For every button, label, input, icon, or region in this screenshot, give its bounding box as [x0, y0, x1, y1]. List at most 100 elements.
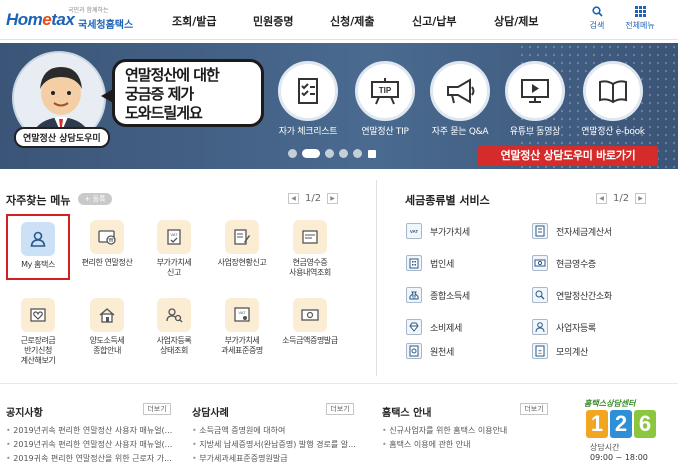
notice-more-button[interactable]: 더보기: [143, 403, 171, 415]
tax-vat[interactable]: VAT 부가가치세: [406, 223, 470, 239]
tax-services-title: 세금종류별 서비스: [405, 194, 490, 207]
consultant-name-tag: 연말정산 상담도우미: [14, 127, 110, 148]
settlement-tip-link[interactable]: TIP 연말정산 TIP: [352, 61, 418, 137]
guide-item[interactable]: 신규사업자를 위한 홈택스 이용안내: [382, 424, 552, 438]
tax-simulation[interactable]: ± 모의계산: [532, 343, 588, 359]
section-divider: [376, 180, 377, 376]
carousel-dot[interactable]: [339, 149, 348, 158]
grid-menu-icon: [618, 6, 662, 18]
consult-hours-time: 09:00 ~ 18:00: [590, 453, 648, 462]
svg-text:₩: ₩: [109, 238, 114, 244]
faq-link[interactable]: 자주 묻는 Q&A: [427, 61, 493, 137]
fav-business-status-report[interactable]: 사업장현황신고: [210, 220, 274, 268]
fav-year-end-settlement[interactable]: ₩ 편리한 연말정산: [75, 220, 139, 268]
user-register-icon: [532, 319, 548, 335]
consult-item[interactable]: 소득금액 증명원에 대하여: [192, 424, 358, 438]
search-button[interactable]: 검색: [575, 6, 619, 31]
notice-item[interactable]: 2019년귀속 편리한 연말정산 사용자 매뉴얼(...: [6, 424, 176, 438]
consult-list: 소득금액 증명원에 대하여 지방세 납세증명서(완납증명) 발행 경로를 알..…: [192, 424, 358, 466]
nav-civil-certificate[interactable]: 민원증명: [253, 13, 293, 29]
megaphone-icon: [430, 61, 490, 121]
tax-corporate[interactable]: 법인세: [406, 255, 454, 271]
call-center-name: 홈택스상담센터: [584, 399, 636, 408]
carousel-dot[interactable]: [288, 149, 297, 158]
money-certificate-icon: [293, 298, 327, 332]
consult-cases-title: 상담사례: [192, 408, 229, 419]
svg-text:±: ±: [537, 349, 542, 356]
nav-inquiry-issue[interactable]: 조회/발급: [172, 13, 217, 29]
call-center-box: 홈택스상담센터 1 2 6 상담시간 09:00 ~ 18:00: [584, 398, 668, 470]
fav-vat-tax-base-certificate[interactable]: VAT 부가가치세 과세표준증명: [210, 298, 274, 356]
prev-arrow-icon[interactable]: ◀: [288, 193, 299, 204]
top-header: 국민과 함께하는 Hometax 국세청홈택스 조회/발급 민원증명 신청/제출…: [0, 0, 678, 40]
tax-e-invoice[interactable]: 전자세금계산서: [532, 223, 612, 239]
coin-card-icon: ₩: [90, 220, 124, 254]
notice-item[interactable]: 2019년귀속 편리한 연말정산 사용자 매뉴얼(...: [6, 438, 176, 452]
tax-withholding[interactable]: 원천세: [406, 343, 454, 359]
heart-document-icon: [21, 298, 55, 332]
youtube-video-link[interactable]: 유튜브 동영상: [502, 61, 568, 137]
vat-document-icon: VAT: [157, 220, 191, 254]
fav-income-certificate[interactable]: 소득금액증명발급: [278, 298, 342, 346]
bottom-divider: [0, 383, 678, 384]
tax-services-pager: ◀ 1/2 ▶: [596, 193, 647, 205]
hometax-logo[interactable]: 국민과 함께하는 Hometax 국세청홈택스: [6, 5, 136, 35]
monitor-play-icon: [505, 61, 565, 121]
carousel-dot[interactable]: [325, 149, 334, 158]
diamond-icon: [406, 319, 422, 335]
nav-report-pay[interactable]: 신고/납부: [412, 13, 457, 29]
register-favorite-button[interactable]: + 등록: [78, 193, 112, 205]
vat-icon: VAT: [406, 223, 422, 239]
consult-item[interactable]: 부가세과세표준증명원발급: [192, 452, 358, 466]
fav-business-registration-status[interactable]: 사업자등록 상태조회: [142, 298, 206, 356]
speech-bubble: 연말정산에 대한 궁금증 제가 도와드릴게요: [101, 59, 264, 127]
favorites-title: 자주찾는 메뉴: [6, 194, 71, 207]
fav-earned-income-incentive[interactable]: 근로장려금 반기신청 계산해보기: [6, 298, 70, 366]
call-center-number: 1 2 6: [586, 410, 658, 438]
guide-list: 신규사업자를 위한 홈택스 이용안내 홈택스 이용에 관한 안내: [382, 424, 552, 452]
guide-item[interactable]: 홈택스 이용에 관한 안내: [382, 438, 552, 452]
next-arrow-icon[interactable]: ▶: [635, 193, 647, 204]
open-book-icon: [583, 61, 643, 121]
all-menu-button[interactable]: 전체메뉴: [618, 6, 662, 31]
self-checklist-link[interactable]: 자가 체크리스트: [275, 61, 341, 137]
consultant-shortcut-button[interactable]: 연말정산 상담도우미 바로가기: [478, 146, 658, 166]
ebook-link[interactable]: 연말정산 e-book: [580, 61, 646, 137]
building-icon: [406, 255, 422, 271]
fav-my-hometax[interactable]: My 홈택스: [6, 214, 70, 280]
tax-business-registration[interactable]: 사업자등록: [532, 319, 596, 335]
tax-consumption[interactable]: 소비제세: [406, 319, 462, 335]
calculator-icon: ±: [532, 343, 548, 359]
fav-transfer-income-tax[interactable]: 양도소득세 종합안내: [75, 298, 139, 356]
carousel-dot[interactable]: [353, 149, 362, 158]
tax-global-income[interactable]: ₩ 종합소득세: [406, 287, 470, 303]
carousel-pause-icon[interactable]: [368, 150, 376, 158]
consult-item[interactable]: 지방세 납세증명서(완납증명) 발행 경로를 알...: [192, 438, 358, 452]
next-arrow-icon[interactable]: ▶: [327, 193, 339, 204]
tax-settlement-simplified[interactable]: 연말정산간소화: [532, 287, 612, 303]
prev-arrow-icon[interactable]: ◀: [596, 193, 607, 204]
svg-text:₩: ₩: [412, 294, 416, 299]
tip-board-icon: TIP: [355, 61, 415, 121]
nav-consult-report[interactable]: 상담/제보: [494, 13, 539, 29]
hometax-guide-title: 홈택스 안내: [382, 408, 432, 419]
consult-hours-label: 상담시간: [590, 443, 620, 452]
fav-vat-report[interactable]: VAT 부가가치세 신고: [142, 220, 206, 278]
notice-item[interactable]: 2019귀속 편리한 연말정산을 위한 근로자 가...: [6, 452, 176, 466]
consult-more-button[interactable]: 더보기: [326, 403, 354, 415]
checklist-icon: [278, 61, 338, 121]
svg-text:VAT: VAT: [238, 310, 246, 315]
logo-korean-name: 국세청홈택스: [78, 20, 134, 31]
money-bag-icon: ₩: [406, 287, 422, 303]
cash-icon: [532, 255, 548, 271]
fav-cash-receipt-history[interactable]: 현금영수증 사용내역조회: [278, 220, 342, 278]
tax-cash-receipt[interactable]: 현금영수증: [532, 255, 596, 271]
house-icon: [90, 298, 124, 332]
guide-more-button[interactable]: 더보기: [520, 403, 548, 415]
nav-apply-submit[interactable]: 신청/제출: [330, 13, 375, 29]
notice-title: 공지사항: [6, 408, 43, 419]
people-search-icon: [157, 298, 191, 332]
svg-text:VAT: VAT: [410, 229, 419, 234]
carousel-dot-active[interactable]: [302, 149, 320, 158]
notice-list: 2019년귀속 편리한 연말정산 사용자 매뉴얼(... 2019년귀속 편리한…: [6, 424, 176, 466]
